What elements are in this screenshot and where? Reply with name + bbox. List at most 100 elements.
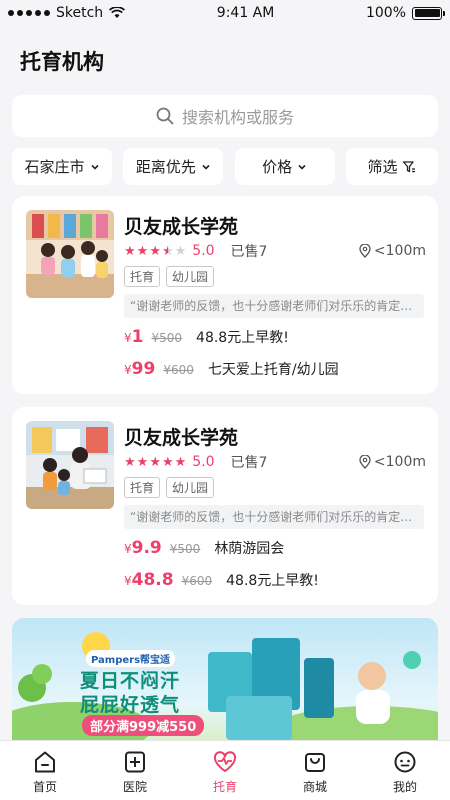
search-placeholder: 搜索机构或服务 xyxy=(181,108,294,127)
deal-price: 48.8 xyxy=(131,570,174,590)
tab-hospital[interactable]: 医院 xyxy=(90,741,180,800)
tab-label: 首页 xyxy=(32,780,57,794)
shopping-bag-icon xyxy=(305,753,325,772)
wifi-icon xyxy=(109,7,126,18)
tag: 托育 xyxy=(124,266,161,287)
institution-name: 贝友成长学苑 xyxy=(124,216,239,238)
tab-label: 我的 xyxy=(392,780,417,794)
banner-illustration xyxy=(12,632,438,740)
review-snippet: “谢谢老师的反馈，也十分感谢老师们对乐乐的肯定… xyxy=(124,505,424,529)
star-icon: ★ xyxy=(149,243,161,259)
filter-icon xyxy=(403,160,416,172)
star-half-icon: ★ xyxy=(161,243,174,259)
battery-percent: 100% xyxy=(365,5,406,21)
rating-score: 5.0 xyxy=(192,243,215,259)
filter-price[interactable]: 价格 xyxy=(234,148,335,185)
carrier-label: Sketch xyxy=(56,5,104,21)
filter-sort[interactable]: 距离优先 xyxy=(123,148,224,185)
star-icon: ★ xyxy=(174,454,187,470)
original-price: ¥600 xyxy=(181,574,213,588)
tag: 托育 xyxy=(124,477,161,498)
status-left: Sketch xyxy=(8,5,126,21)
distance: <100m xyxy=(359,454,426,470)
star-icon: ★ xyxy=(149,454,161,470)
tab-profile[interactable]: 我的 xyxy=(360,741,450,800)
distance-value: <100m xyxy=(373,243,426,259)
chevron-down-icon xyxy=(90,164,99,170)
tag: 幼儿园 xyxy=(166,477,215,498)
heart-pulse-icon xyxy=(213,751,237,772)
tab-home[interactable]: 首页 xyxy=(0,741,90,800)
institution-meta: ★ ★ ★ ★ ★ 5.0 已售7 <100m xyxy=(124,452,426,472)
status-bar: Sketch 9:41 AM 100% xyxy=(0,0,450,26)
filter-sort-label: 距离优先 xyxy=(135,158,196,176)
tab-label: 医院 xyxy=(122,780,147,794)
tag: 幼儿园 xyxy=(166,266,215,287)
deal-item[interactable]: ¥ 99 ¥600 七天爱上托育/幼儿园 xyxy=(124,359,339,379)
filter-city[interactable]: 石家庄市 xyxy=(12,148,112,185)
promo-banner[interactable]: Pampers帮宝适 夏日不闷汗 屁屁好透气 部分满999减550 xyxy=(12,618,438,740)
banner-brand: Pampers帮宝适 xyxy=(86,650,176,667)
search-input[interactable]: 搜索机构或服务 xyxy=(12,95,438,137)
home-icon xyxy=(35,751,55,773)
deal-item[interactable]: ¥ 1 ¥500 48.8元上早教! xyxy=(124,327,289,347)
tab-childcare[interactable]: 托育 xyxy=(180,741,270,800)
location-pin-icon xyxy=(359,455,371,469)
signal-icon xyxy=(8,10,50,16)
filter-bar: 石家庄市 距离优先 价格 筛选 xyxy=(12,148,438,185)
sold-count: 已售7 xyxy=(230,455,268,471)
tab-mall[interactable]: 商城 xyxy=(270,741,360,800)
page-title: 托育机构 xyxy=(20,50,104,74)
search-icon xyxy=(156,107,174,125)
status-time: 9:41 AM xyxy=(216,5,275,21)
institution-photo xyxy=(26,421,114,509)
distance-value: <100m xyxy=(373,454,426,470)
battery-icon xyxy=(412,6,445,20)
distance: <100m xyxy=(359,243,426,259)
institution-meta: ★ ★ ★ ★ ★ 5.0 已售7 <100m xyxy=(124,241,426,261)
profile-icon xyxy=(394,751,416,773)
filter-more[interactable]: 筛选 xyxy=(345,148,438,185)
tab-label: 商城 xyxy=(302,780,327,794)
institution-name: 贝友成长学苑 xyxy=(124,427,239,449)
rating-stars: ★ ★ ★ ★ ★ xyxy=(124,456,186,469)
deal-description: 48.8元上早教! xyxy=(226,573,319,589)
filter-price-label: 价格 xyxy=(262,158,293,176)
currency-symbol: ¥ xyxy=(124,542,132,556)
status-right: 100% xyxy=(365,5,445,21)
star-icon: ★ xyxy=(124,454,136,470)
institution-card[interactable]: 贝友成长学苑 ★ ★ ★ ★ ★ 5.0 已售7 <100m 托育 幼儿园 “谢… xyxy=(12,196,438,394)
tab-label: 托育 xyxy=(212,780,237,794)
original-price: ¥500 xyxy=(169,542,201,556)
hospital-icon xyxy=(125,751,145,773)
rating-stars: ★ ★ ★ ★ ★ xyxy=(124,245,186,258)
star-icon: ★ xyxy=(136,243,149,259)
institution-photo xyxy=(26,210,114,298)
banner-promo: 部分满999减550 xyxy=(82,715,205,736)
banner-headline-1: 夏日不闷汗 xyxy=(80,670,181,692)
institution-card[interactable]: 贝友成长学苑 ★ ★ ★ ★ ★ 5.0 已售7 <100m 托育 幼儿园 “谢… xyxy=(12,407,438,605)
deal-item[interactable]: ¥ 9.9 ¥500 林荫游园会 xyxy=(124,538,284,558)
banner-headline-2: 屁屁好透气 xyxy=(80,694,181,716)
deal-item[interactable]: ¥ 48.8 ¥600 48.8元上早教! xyxy=(124,570,319,590)
deal-description: 48.8元上早教! xyxy=(196,330,289,346)
rating-score: 5.0 xyxy=(192,454,215,470)
deal-description: 林荫游园会 xyxy=(214,541,285,557)
filter-more-label: 筛选 xyxy=(367,158,398,176)
chevron-down-icon xyxy=(298,164,306,170)
bottom-tab-bar: 首页 医院 托育 商城 我的 xyxy=(0,740,450,800)
deal-price: 1 xyxy=(131,327,144,347)
deal-price: 99 xyxy=(131,359,156,379)
tag-list: 托育 幼儿园 xyxy=(124,266,215,287)
star-icon: ★ xyxy=(136,454,149,470)
currency-symbol: ¥ xyxy=(124,363,132,377)
sold-count: 已售7 xyxy=(230,244,268,260)
filter-city-label: 石家庄市 xyxy=(24,158,85,176)
star-icon: ★ xyxy=(124,243,136,259)
star-icon: ★ xyxy=(161,454,174,470)
tag-list: 托育 幼儿园 xyxy=(124,477,215,498)
location-pin-icon xyxy=(359,244,371,258)
currency-symbol: ¥ xyxy=(124,331,132,345)
deal-price: 9.9 xyxy=(131,538,162,558)
original-price: ¥500 xyxy=(151,331,183,345)
